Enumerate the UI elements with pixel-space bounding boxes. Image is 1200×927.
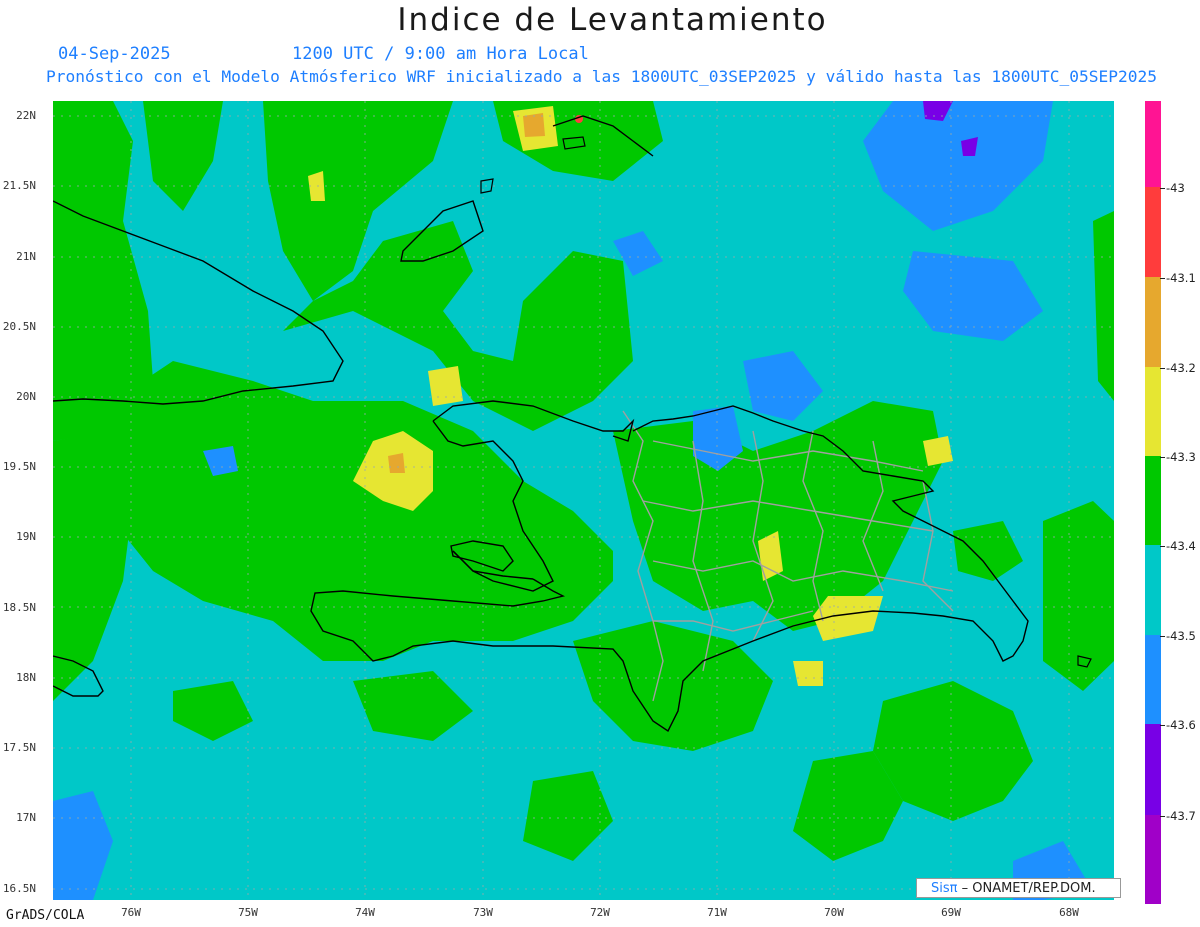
lat-label-18N: 18N: [16, 671, 36, 684]
map-title: Indice de Levantamiento: [397, 2, 828, 38]
colorbar-label: -43.4: [1160, 539, 1196, 553]
lon-label-69W: 69W: [941, 906, 961, 919]
lon-label-72W: 72W: [590, 906, 610, 919]
colorbar-segment: [1145, 635, 1161, 724]
colorbar-label: -43.7: [1160, 809, 1196, 823]
colorbar-label: -43.1: [1160, 271, 1196, 285]
forecast-description: Pronóstico con el Modelo Atmósferico WRF…: [46, 67, 1158, 86]
colorbar-label: -43.6: [1160, 718, 1196, 732]
colorbar-segment: [1145, 815, 1161, 904]
lon-label-73W: 73W: [473, 906, 493, 919]
lat-label-17N: 17N: [16, 811, 36, 824]
lat-label-17.5N: 17.5N: [2, 741, 36, 754]
lat-label-19.5N: 19.5N: [2, 460, 36, 473]
onamet-text: – ONAMET/REP.DOM.: [957, 881, 1096, 896]
lon-label-74W: 74W: [355, 906, 375, 919]
colorbar-segment: [1145, 187, 1161, 277]
colorbar-segment: [1145, 367, 1161, 456]
forecast-date: 04-Sep-2025: [58, 44, 171, 64]
lat-label-22N: 22N: [16, 109, 36, 122]
map-canvas: [53, 101, 1114, 900]
lat-label-21N: 21N: [16, 250, 36, 263]
colorbar-segment: [1145, 101, 1161, 187]
colorbar-label: -43.3: [1160, 450, 1196, 464]
grads-credit: GrADS/COLA: [6, 908, 85, 923]
lat-label-21.5N: 21.5N: [2, 179, 36, 192]
lat-label-20.5N: 20.5N: [2, 320, 36, 333]
lifted-index-map: [53, 101, 1114, 900]
lat-label-16.5N: 16.5N: [2, 882, 36, 895]
lon-label-71W: 71W: [707, 906, 727, 919]
colorbar-label: -43.5: [1160, 629, 1196, 643]
onamet-credit-box: Sisπ – ONAMET/REP.DOM.: [916, 878, 1121, 898]
sis-logo-text: Sisπ: [931, 881, 958, 896]
lon-label-75W: 75W: [238, 906, 258, 919]
lon-label-70W: 70W: [824, 906, 844, 919]
colorbar-label: -43.2: [1160, 361, 1196, 375]
lat-label-19N: 19N: [16, 530, 36, 543]
lon-label-68W: 68W: [1059, 906, 1079, 919]
lat-label-18.5N: 18.5N: [2, 601, 36, 614]
forecast-time: 1200 UTC / 9:00 am Hora Local: [292, 44, 589, 64]
colorbar-label: -43: [1160, 181, 1185, 195]
colorbar-segment: [1145, 545, 1161, 635]
lat-label-20N: 20N: [16, 390, 36, 403]
colorbar-segment: [1145, 724, 1161, 815]
colorbar-segment: [1145, 277, 1161, 367]
lon-label-76W: 76W: [121, 906, 141, 919]
colorbar-segment: [1145, 456, 1161, 545]
colorbar: [1145, 101, 1161, 904]
